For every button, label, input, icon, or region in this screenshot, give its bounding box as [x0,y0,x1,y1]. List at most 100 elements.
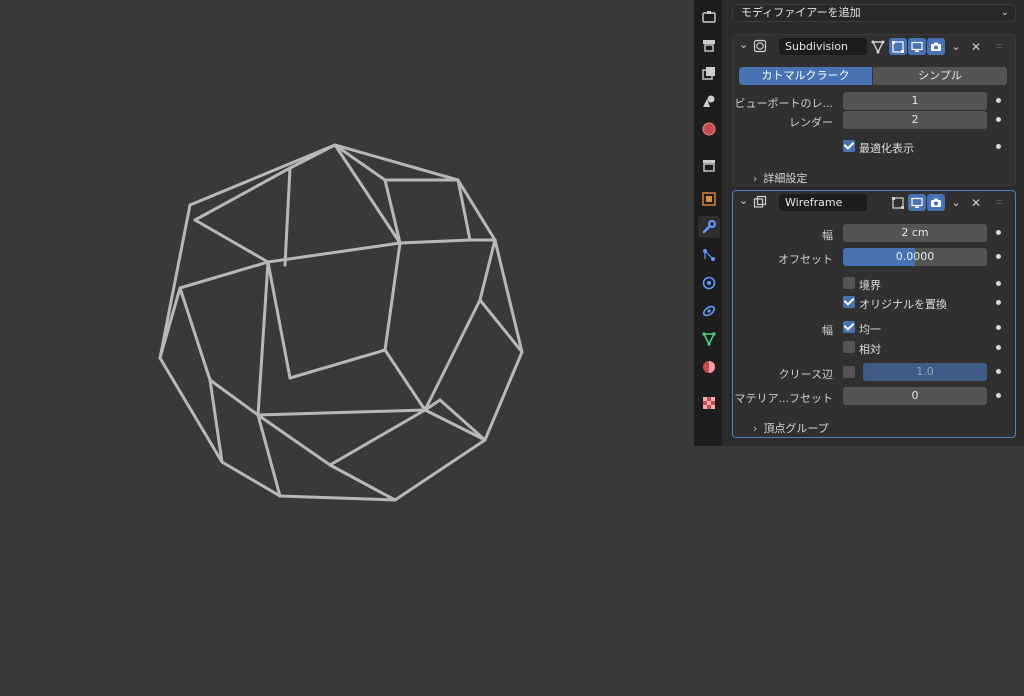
properties-tab-bar [694,0,722,446]
world-icon[interactable] [698,118,720,140]
collapse-chevron-icon[interactable]: ⌄ [739,38,748,51]
add-modifier-label: モディファイアーを追加 [741,6,861,19]
optimal-display-checkbox[interactable] [843,140,855,152]
keyframe-dot-icon[interactable] [996,98,1001,103]
chevron-down-icon: ⌄ [1000,7,1009,18]
modifier-menu-chevron-icon[interactable]: ⌄ [947,194,965,211]
relative-thickness-row: 相対 [733,339,1015,359]
catmull-clark-button[interactable]: カトマルクラーク [739,67,872,85]
render-icon[interactable] [698,34,720,56]
3d-viewport-lower[interactable] [694,446,1024,693]
data-icon[interactable] [698,328,720,350]
physics-icon[interactable] [698,272,720,294]
material-offset-row: マテリア...フセット 0 [733,387,1015,407]
realtime-viewport-icon[interactable] [908,194,926,211]
optimal-display-row: 最適化表示 [733,138,1015,158]
chevron-right-icon: › [753,172,758,185]
thickness-field[interactable]: 2 cm [843,224,987,242]
3d-viewport[interactable] [0,0,694,693]
wireframe-name-field[interactable]: Wireframe [779,194,867,211]
offset-label: オフセット [778,253,833,266]
vertex-group-label: 頂点グループ [763,422,829,435]
even-thickness-label: 幅 [822,324,833,337]
even-thickness-checkbox[interactable] [843,321,855,333]
realtime-viewport-icon[interactable] [908,38,926,55]
optimal-display-label: 最適化表示 [859,142,914,155]
object-icon[interactable] [698,188,720,210]
simple-button[interactable]: シンプル [873,67,1007,85]
keyframe-dot-icon[interactable] [996,300,1001,305]
drag-handle-icon[interactable]: :::: [995,41,1009,50]
modifier-menu-chevron-icon[interactable]: ⌄ [947,38,965,55]
vertex-group-subpanel-header[interactable]: › 頂点グループ [753,420,829,436]
offset-row: オフセット 0.0000 [733,248,1015,268]
boundary-row: 境界 [733,275,1015,295]
crease-edges-label: クリース辺 [778,368,833,381]
remove-modifier-close-icon[interactable]: ✕ [967,38,985,55]
relative-label: 相対 [859,343,881,356]
texture-icon[interactable] [698,392,720,414]
boundary-checkbox[interactable] [843,277,855,289]
collapse-chevron-icon[interactable]: ⌄ [739,194,748,207]
render-camera-icon[interactable] [927,38,945,55]
wireframe-header: ⌄ Wireframe ⌄ ✕ :::: [733,191,1015,213]
tool-icon[interactable] [698,6,720,28]
modifier-wrench-icon[interactable] [698,216,720,238]
render-levels-row: レンダー 2 [733,111,1015,131]
thickness-label: 幅 [822,229,833,242]
wireframe-mesh [158,143,524,502]
keyframe-dot-icon[interactable] [996,345,1001,350]
collection-icon[interactable] [698,154,720,176]
even-label: 均一 [859,323,881,336]
keyframe-dot-icon[interactable] [996,325,1001,330]
subdivision-modifier-panel: ⌄ Subdivision ⌄ ✕ :::: カトマルクラーク シンプル ビュー… [732,34,1016,186]
particles-icon[interactable] [698,244,720,266]
wireframe-modifier-panel: ⌄ Wireframe ⌄ ✕ :::: 幅 2 cm オフセット 0.0000… [732,190,1016,438]
keyframe-dot-icon[interactable] [996,369,1001,374]
material-offset-field[interactable]: 0 [843,387,987,405]
crease-edges-checkbox[interactable] [843,366,855,378]
replace-original-label: オリジナルを置換 [859,298,947,311]
subdivision-type-row: カトマルクラーク シンプル [733,67,1015,87]
thickness-row: 幅 2 cm [733,224,1015,244]
drag-handle-icon[interactable]: :::: [995,197,1009,206]
material-offset-label: マテリア...フセット [734,392,834,405]
wireframe-modifier-icon [753,195,767,209]
render-levels-label: レンダー [789,116,833,129]
keyframe-dot-icon[interactable] [996,281,1001,286]
viewport-levels-label: ビューポートのレ... [734,97,834,110]
subdivision-header: ⌄ Subdivision ⌄ ✕ :::: [733,35,1015,57]
crease-edges-row: クリース辺 1.0 [733,363,1015,383]
crease-weight-field[interactable]: 1.0 [863,363,987,381]
boundary-label: 境界 [859,279,881,292]
keyframe-dot-icon[interactable] [996,393,1001,398]
replace-original-checkbox[interactable] [843,296,855,308]
keyframe-dot-icon[interactable] [996,117,1001,122]
even-thickness-row: 幅 均一 [733,319,1015,339]
render-camera-icon[interactable] [927,194,945,211]
subdivision-surface-icon [753,39,767,53]
material-icon[interactable] [698,356,720,378]
relative-thickness-checkbox[interactable] [843,341,855,353]
edit-mode-icon[interactable] [889,38,907,55]
advanced-label: 詳細設定 [763,172,808,185]
replace-original-row: オリジナルを置換 [733,294,1015,314]
keyframe-dot-icon[interactable] [996,254,1001,259]
render-levels-field[interactable]: 2 [843,111,987,129]
add-modifier-dropdown[interactable]: モディファイアーを追加 ⌄ [732,4,1016,22]
view-layer-icon[interactable] [698,90,720,112]
subdivision-name-field[interactable]: Subdivision [779,38,867,55]
properties-panel: モディファイアーを追加 ⌄ ⌄ Subdivision ⌄ ✕ :::: カトマ… [722,0,1024,446]
viewport-levels-field[interactable]: 1 [843,92,987,110]
advanced-subpanel-header[interactable]: › 詳細設定 [753,170,807,186]
keyframe-dot-icon[interactable] [996,144,1001,149]
edit-mode-icon[interactable] [889,194,907,211]
chevron-right-icon: › [753,422,758,435]
offset-slider[interactable]: 0.0000 [843,248,987,266]
constraints-icon[interactable] [698,300,720,322]
viewport-levels-row: ビューポートのレ... 1 [733,92,1015,112]
keyframe-dot-icon[interactable] [996,230,1001,235]
remove-modifier-close-icon[interactable]: ✕ [967,194,985,211]
output-icon[interactable] [698,62,720,84]
edit-mode-cage-icon[interactable] [869,38,887,55]
